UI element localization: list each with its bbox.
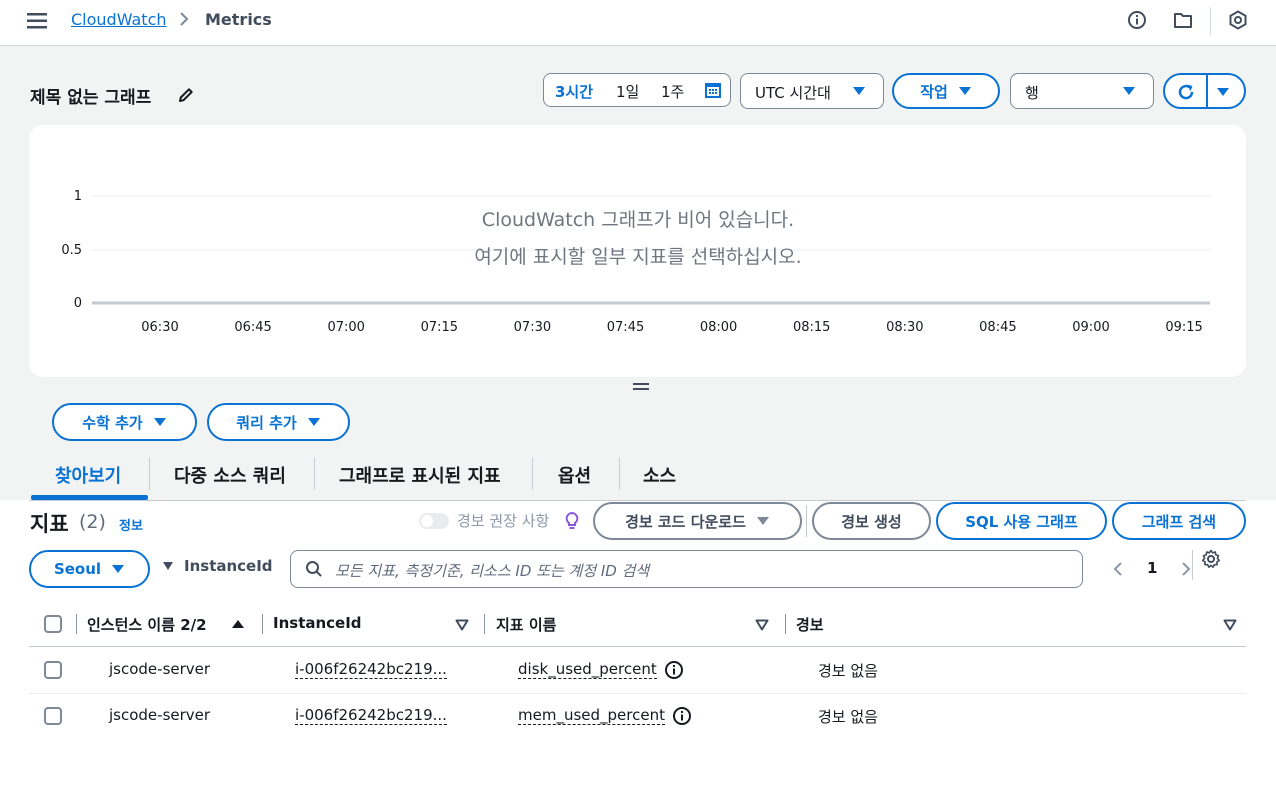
tab-graphed-metrics[interactable]: 그래프로 표시된 지표 [339, 462, 501, 488]
metrics-title: 지표 [30, 512, 69, 536]
x-tick-label: 08:45 [979, 320, 1016, 335]
row-instance-name: jscode-server [109, 706, 211, 724]
row-instance-name: jscode-server [109, 660, 211, 678]
y-tick-label: 1 [74, 189, 82, 204]
lightbulb-icon [564, 511, 580, 531]
tab-multi-source-query[interactable]: 다중 소스 쿼리 [174, 462, 286, 488]
region-selector[interactable]: Seoul [29, 550, 150, 588]
row-alarm-status: 경보 없음 [818, 708, 878, 726]
create-alarm-label: 경보 생성 [841, 512, 902, 531]
sql-graph-button[interactable]: SQL 사용 그래프 [936, 502, 1107, 540]
row-instance-id[interactable]: i-006f26242bc219... [295, 660, 447, 679]
x-tick-label: 06:45 [234, 320, 271, 335]
alarm-recommend-toggle[interactable] [419, 513, 449, 529]
create-alarm-button[interactable]: 경보 생성 [812, 502, 931, 540]
y-tick-label: 0 [74, 296, 82, 311]
metric-info-icon[interactable] [664, 660, 684, 680]
add-query-button[interactable]: 쿼리 추가 [207, 403, 350, 441]
metrics-info-link[interactable]: 정보 [119, 515, 143, 534]
download-alarm-code-button[interactable]: 경보 코드 다운로드 [593, 502, 802, 540]
tab-divider [619, 458, 620, 490]
column-header-alarm[interactable]: 경보 [796, 614, 824, 635]
tabs-underline [29, 500, 1246, 501]
row-alarm-status: 경보 없음 [818, 662, 878, 680]
resize-handle-icon[interactable] [632, 380, 650, 394]
metric-info-icon[interactable] [672, 706, 692, 726]
region-label: Seoul [53, 560, 102, 578]
filter-caret-icon[interactable] [1223, 619, 1237, 631]
row-divider [29, 693, 1246, 694]
toggle-knob [421, 515, 433, 527]
x-tick-label: 06:30 [141, 320, 178, 335]
empty-metrics-chart: 1 0.5 0 06:30 06:45 07:00 07:15 07:30 07:45 08:00… [61, 189, 1210, 335]
filter-caret-icon[interactable] [755, 619, 769, 631]
row-checkbox[interactable] [44, 707, 62, 725]
gear-icon[interactable] [1200, 548, 1222, 570]
search-icon [305, 560, 323, 578]
empty-chart-message-line2: 여기에 표시할 일부 지표를 선택하십시오. [474, 246, 802, 268]
chevron-left-icon[interactable] [1110, 560, 1126, 578]
add-math-label: 수학 추가 [82, 413, 143, 432]
column-header-metric-name[interactable]: 지표 이름 [496, 614, 556, 635]
x-tick-label: 09:00 [1072, 320, 1109, 335]
x-tick-label: 07:00 [327, 320, 364, 335]
metrics-panel [0, 500, 1276, 805]
alarm-recommend-label: 경보 권장 사항 [457, 512, 550, 530]
add-math-button[interactable]: 수학 추가 [52, 403, 197, 441]
metrics-search-field[interactable]: 모든 지표, 측정기준, 리소스 ID 또는 계정 ID 검색 [290, 550, 1083, 588]
column-divider [262, 614, 263, 634]
caret-down-icon [153, 418, 166, 426]
divider [1192, 550, 1193, 580]
caret-down-icon[interactable] [162, 561, 174, 571]
search-placeholder: 모든 지표, 측정기준, 리소스 ID 또는 계정 ID 검색 [335, 562, 650, 580]
sort-ascending-icon[interactable] [231, 619, 245, 629]
column-divider [76, 614, 77, 634]
x-tick-label: 07:30 [514, 320, 551, 335]
table-header-divider [29, 646, 1246, 647]
tab-divider [532, 458, 533, 490]
row-checkbox[interactable] [44, 661, 62, 679]
page-number[interactable]: 1 [1147, 559, 1157, 577]
row-metric-name[interactable]: disk_used_percent [518, 660, 657, 679]
add-query-label: 쿼리 추가 [236, 413, 297, 432]
divider [806, 505, 807, 537]
empty-chart-message-line1: CloudWatch 그래프가 비어 있습니다. [481, 209, 795, 231]
tab-divider [314, 458, 315, 490]
column-divider [785, 614, 786, 634]
graph-search-label: 그래프 검색 [1141, 512, 1217, 531]
row-instance-id[interactable]: i-006f26242bc219... [295, 706, 447, 725]
tab-options[interactable]: 옵션 [558, 462, 591, 488]
x-tick-label: 08:15 [793, 320, 830, 335]
tab-divider [149, 458, 150, 490]
download-alarm-code-label: 경보 코드 다운로드 [625, 512, 746, 531]
column-header-instance-id[interactable]: InstanceId [273, 614, 362, 632]
tab-source[interactable]: 소스 [643, 462, 676, 488]
sql-graph-label: SQL 사용 그래프 [965, 512, 1078, 531]
x-tick-label: 09:15 [1165, 320, 1202, 335]
caret-down-icon [756, 517, 769, 525]
tab-browse[interactable]: 찾아보기 [55, 462, 121, 488]
x-tick-label: 07:15 [421, 320, 458, 335]
metrics-count: (2) [79, 511, 106, 533]
caret-down-icon [307, 418, 320, 426]
y-tick-label: 0.5 [61, 243, 82, 258]
column-divider [484, 614, 485, 634]
caret-down-icon [112, 565, 125, 573]
column-header-instance-name[interactable]: 인스턴스 이름 2/2 [87, 614, 207, 635]
filter-caret-icon[interactable] [455, 619, 469, 631]
select-all-checkbox[interactable] [44, 615, 62, 633]
x-tick-label: 08:00 [700, 320, 737, 335]
graph-search-button[interactable]: 그래프 검색 [1112, 502, 1246, 540]
dimension-filter-label[interactable]: InstanceId [184, 557, 273, 575]
x-tick-label: 08:30 [886, 320, 923, 335]
row-metric-name[interactable]: mem_used_percent [518, 706, 665, 725]
x-tick-label: 07:45 [607, 320, 644, 335]
